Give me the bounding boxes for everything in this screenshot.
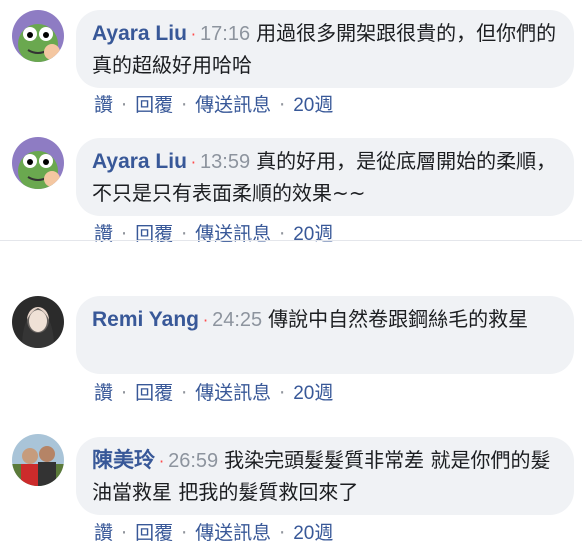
comment-actions: 讚 · 回覆 · 傳送訊息 · 20週 xyxy=(94,378,333,405)
separator-dot: · xyxy=(279,522,286,544)
separator-dot: · xyxy=(121,223,128,245)
separator-dot: · xyxy=(190,25,197,44)
comment-author[interactable]: Ayara Liu xyxy=(92,22,187,45)
comment-time: 13:59 xyxy=(200,151,251,173)
separator-dot: · xyxy=(279,382,286,404)
section-divider xyxy=(0,240,582,241)
comment-age[interactable]: 20週 xyxy=(293,224,333,245)
comment-time: 26:59 xyxy=(168,450,219,472)
separator-dot: · xyxy=(181,382,188,404)
comment-actions: 讚 · 回覆 · 傳送訊息 · 20週 xyxy=(94,90,333,117)
comment-bubble: Ayara Liu · 17:16 用過很多開架跟很貴的，但你們的真的超級好用哈哈 xyxy=(76,10,574,88)
reply-button[interactable]: 回覆 xyxy=(135,94,173,116)
separator-dot: · xyxy=(121,94,128,116)
comment-bubble: 陳美玲 · 26:59 我染完頭髮髮質非常差 就是你們的髮油當救星 把我的髮質救回來了 xyxy=(76,437,574,515)
comment-age[interactable]: 20週 xyxy=(293,523,333,544)
reply-button[interactable]: 回覆 xyxy=(135,522,173,544)
avatar[interactable] xyxy=(12,137,64,189)
comment-actions: 讚 · 回覆 · 傳送訊息 · 20週 xyxy=(94,219,333,246)
like-button[interactable]: 讚 xyxy=(94,94,113,116)
reply-button[interactable]: 回覆 xyxy=(135,382,173,404)
separator-dot: · xyxy=(203,311,209,330)
comment-bubble: Remi Yang · 24:25 傳說中自然卷跟鋼絲毛的救星 xyxy=(76,296,574,374)
send-message-button[interactable]: 傳送訊息 xyxy=(195,382,271,404)
separator-dot: · xyxy=(181,522,188,544)
send-message-button[interactable]: 傳送訊息 xyxy=(195,522,271,544)
avatar-photo-icon xyxy=(12,296,64,348)
comment-time: 17:16 xyxy=(200,23,251,45)
comment-author[interactable]: 陳美玲 xyxy=(92,449,155,472)
avatar-cartoon-icon xyxy=(12,10,64,62)
avatar[interactable] xyxy=(12,434,64,486)
separator-dot: · xyxy=(279,223,286,245)
comment-author[interactable]: Remi Yang xyxy=(92,308,199,331)
like-button[interactable]: 讚 xyxy=(94,522,113,544)
send-message-button[interactable]: 傳送訊息 xyxy=(195,94,271,116)
like-button[interactable]: 讚 xyxy=(94,382,113,404)
separator-dot: · xyxy=(279,94,286,116)
comment-author[interactable]: Ayara Liu xyxy=(92,150,187,173)
avatar-cartoon-icon xyxy=(12,137,64,189)
avatar[interactable] xyxy=(12,10,64,62)
separator-dot: · xyxy=(181,94,188,116)
comment-bubble: Ayara Liu · 13:59 真的好用，是從底層開始的柔順，不只是只有表面柔順的… xyxy=(76,138,574,216)
reply-button[interactable]: 回覆 xyxy=(135,223,173,245)
separator-dot: · xyxy=(190,153,197,172)
like-button[interactable]: 讚 xyxy=(94,223,113,245)
send-message-button[interactable]: 傳送訊息 xyxy=(195,223,271,245)
separator-dot: · xyxy=(121,382,128,404)
separator-dot: · xyxy=(121,522,128,544)
avatar[interactable] xyxy=(12,296,64,348)
separator-dot: · xyxy=(159,452,165,471)
separator-dot: · xyxy=(181,223,188,245)
comment-actions: 讚 · 回覆 · 傳送訊息 · 20週 xyxy=(94,518,333,545)
comment-text: 傳說中自然卷跟鋼絲毛的救星 xyxy=(268,307,529,331)
comment-age[interactable]: 20週 xyxy=(293,383,333,404)
avatar-photo-icon xyxy=(12,434,64,486)
comment-age[interactable]: 20週 xyxy=(293,95,333,116)
comment-time: 24:25 xyxy=(212,309,263,331)
